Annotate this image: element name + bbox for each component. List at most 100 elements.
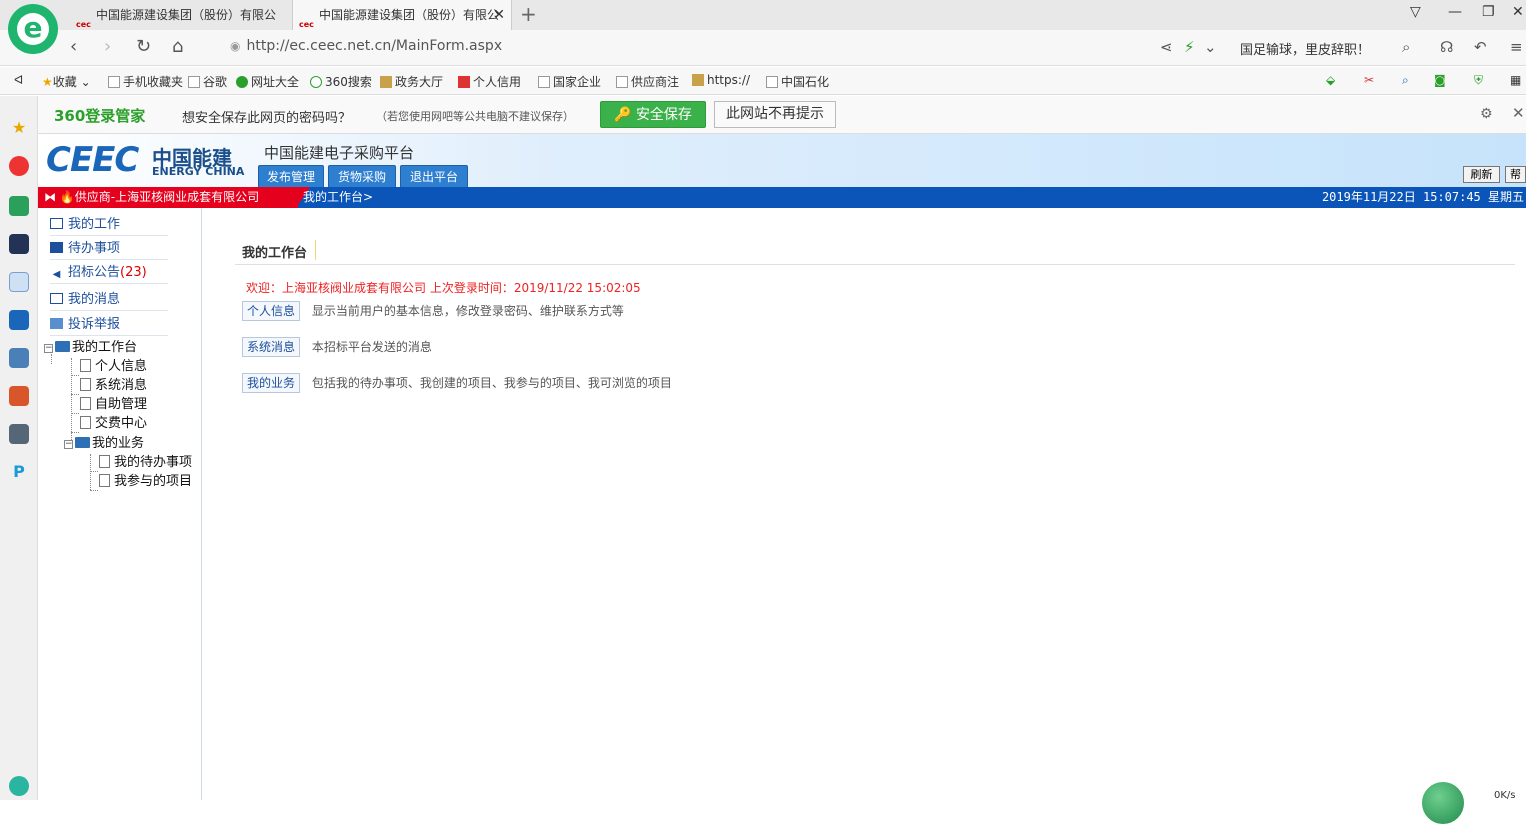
chat-icon[interactable] [9, 310, 29, 330]
search-icon[interactable]: ⌕ [1402, 38, 1410, 56]
apps-icon[interactable]: ▦ [1510, 73, 1521, 87]
bookmark-360search[interactable]: 360搜索 [310, 73, 372, 90]
refresh-icon[interactable]: ↻ [136, 36, 151, 57]
browser-tab-2-active[interactable]: cec 中国能源建设集团（股份）有限公 ✕ [292, 0, 512, 30]
game-icon[interactable]: ◙ [1434, 73, 1446, 87]
gear-icon[interactable]: ⚙ [1480, 106, 1493, 122]
bookmark-hao[interactable]: 网址大全 [236, 73, 299, 90]
tab-goods-procurement[interactable]: 货物采购 [328, 165, 396, 187]
tree-node-my-projects[interactable]: 我参与的项目 [99, 473, 192, 491]
bookmark-gov[interactable]: 政务大厅 [380, 73, 443, 90]
bookmark-sinopec[interactable]: 中国石化 [766, 73, 829, 90]
tree-node-system-messages[interactable]: 系统消息 [80, 377, 147, 395]
close-tab-icon[interactable]: ✕ [493, 0, 505, 30]
shield-icon[interactable]: ⛨ [1474, 73, 1483, 88]
browser-tab-bar: cec 中国能源建设集团（股份）有限公 cec 中国能源建设集团（股份）有限公 … [0, 0, 1526, 30]
tree-node-my-business[interactable]: − 我的业务 [64, 435, 144, 453]
tree-node-personal-info[interactable]: 个人信息 [80, 358, 147, 376]
game-app-icon[interactable] [9, 386, 29, 406]
bookmark-enterprise[interactable]: 国家企业 [538, 73, 601, 90]
pay-icon[interactable]: P [9, 462, 29, 482]
news-ticker[interactable]: 国足输球，里皮辞职！ [1240, 39, 1370, 58]
news-app-icon[interactable] [9, 234, 29, 254]
sidebar-toggle-icon[interactable]: ᐊ [14, 73, 23, 87]
url-text: http://ec.ceec.net.cn/MainForm.aspx [246, 38, 503, 54]
menu-item-tender-notice[interactable]: ◀ 招标公告(23) [50, 262, 168, 284]
bookmark-mobile[interactable]: 手机收藏夹 [108, 73, 183, 90]
tree-connector [90, 490, 98, 491]
menu-item-my-work[interactable]: 我的工作 [50, 214, 168, 236]
report-icon [50, 318, 63, 329]
site-header: CEEC 中国能建 ENERGY CHINA 中国能建电子采购平台 发布管理 货… [38, 134, 1526, 187]
game-app-icon[interactable] [9, 348, 29, 368]
refresh-button[interactable]: 刷新 [1463, 166, 1500, 183]
tree-node-self-service[interactable]: 自助管理 [80, 396, 147, 414]
tab-publish-management[interactable]: 发布管理 [258, 165, 324, 187]
collapse-icon[interactable]: − [44, 344, 53, 353]
gov-icon [380, 76, 392, 88]
help-button[interactable]: 帮 [1505, 166, 1526, 183]
browser-logo-icon[interactable]: e [8, 4, 58, 54]
safe-save-button[interactable]: 🔑 安全保存 [600, 101, 706, 128]
game-app-icon[interactable] [9, 424, 29, 444]
info-row-system-messages: 系统消息 本招标平台发送的消息 [242, 337, 432, 357]
never-remind-button[interactable]: 此网站不再提示 [714, 101, 836, 128]
tree-node-workbench[interactable]: − 我的工作台 [44, 339, 137, 357]
close-window-icon[interactable]: ✕ [1512, 4, 1524, 20]
status-strip: ⧓ 🔥供应商-上海亚核阀业成套有限公司 我的工作台> 2019年11月22日 1… [38, 187, 1526, 208]
my-business-button[interactable]: 我的业务 [242, 373, 300, 393]
envelope-icon [50, 293, 63, 304]
tree-node-my-todo[interactable]: 我的待办事项 [99, 454, 192, 472]
breadcrumb[interactable]: 我的工作台> [303, 187, 373, 208]
headphones-icon[interactable]: ☊ [1440, 38, 1453, 56]
back-icon[interactable]: ‹ [70, 36, 77, 57]
bookmark-https[interactable]: https:// [692, 73, 750, 87]
bookmarks-bar: ᐊ ★收藏 ⌄ 手机收藏夹 谷歌 网址大全 360搜索 政务大厅 个人信用 国家… [0, 67, 1526, 95]
scissors-icon[interactable]: ✂ [1364, 73, 1374, 87]
menu-item-messages[interactable]: 我的消息 [50, 289, 168, 311]
bookmark-favorites[interactable]: ★收藏 ⌄ [42, 73, 91, 90]
system-messages-button[interactable]: 系统消息 [242, 337, 300, 357]
info-row-personal: 个人信息 显示当前用户的基本信息，修改登录密码、维护联系方式等 [242, 301, 624, 321]
bookmark-google[interactable]: 谷歌 [188, 73, 227, 90]
site-info-icon[interactable]: ◉ [230, 39, 240, 53]
bookmark-credit[interactable]: 个人信用 [458, 73, 521, 90]
personal-info-button[interactable]: 个人信息 [242, 301, 300, 321]
add-panel-icon[interactable] [9, 776, 29, 796]
share-icon[interactable]: ⋖ [1160, 38, 1173, 56]
star-icon[interactable]: ★ [9, 118, 29, 138]
tab-title: 中国能源建设集团（股份）有限公 [319, 8, 500, 22]
page-icon [538, 76, 550, 88]
tree-node-payment-center[interactable]: 交费中心 [80, 415, 147, 433]
flame-icon: 🔥 [59, 190, 75, 204]
menu-icon[interactable]: ≡ [1510, 38, 1523, 56]
doc-icon[interactable] [9, 272, 29, 292]
speed-ball-icon[interactable] [1420, 780, 1466, 826]
weibo-icon[interactable] [9, 156, 29, 176]
url-field[interactable]: ◉ http://ec.ceec.net.cn/MainForm.aspx [230, 38, 502, 54]
translate-icon[interactable]: ⬙ [1326, 73, 1335, 87]
undo-icon[interactable]: ↶ [1474, 38, 1487, 56]
collapse-icon[interactable]: − [64, 440, 73, 449]
network-speed-widget[interactable]: 0K/s [1420, 780, 1526, 826]
mail-icon[interactable] [9, 196, 29, 216]
close-icon[interactable]: ✕ [1512, 104, 1525, 122]
home-icon[interactable]: ⌂ [172, 36, 183, 57]
new-tab-icon[interactable]: + [520, 2, 537, 26]
skin-icon[interactable]: ▽ [1410, 4, 1421, 20]
bolt-icon[interactable]: ⚡ [1184, 38, 1195, 56]
scroll-arrow-icon[interactable]: ⧓ [44, 190, 56, 204]
zoom-icon[interactable]: ⌕ [1402, 73, 1409, 88]
tab-exit-platform[interactable]: 退出平台 [400, 165, 468, 187]
forward-icon[interactable]: › [104, 36, 111, 57]
file-icon [80, 359, 91, 372]
browser-tab-1[interactable]: cec 中国能源建设集团（股份）有限公 [70, 0, 290, 30]
bookmark-supplier[interactable]: 供应商注 [616, 73, 679, 90]
minimize-icon[interactable]: — [1448, 4, 1462, 20]
menu-item-complaints[interactable]: 投诉举报 [50, 314, 168, 336]
menu-item-todo[interactable]: 待办事项 [50, 238, 168, 260]
page-icon [616, 76, 628, 88]
tree-connector [71, 432, 79, 433]
restore-icon[interactable]: ❐ [1482, 4, 1495, 20]
chevron-down-icon[interactable]: ⌄ [1204, 38, 1217, 56]
